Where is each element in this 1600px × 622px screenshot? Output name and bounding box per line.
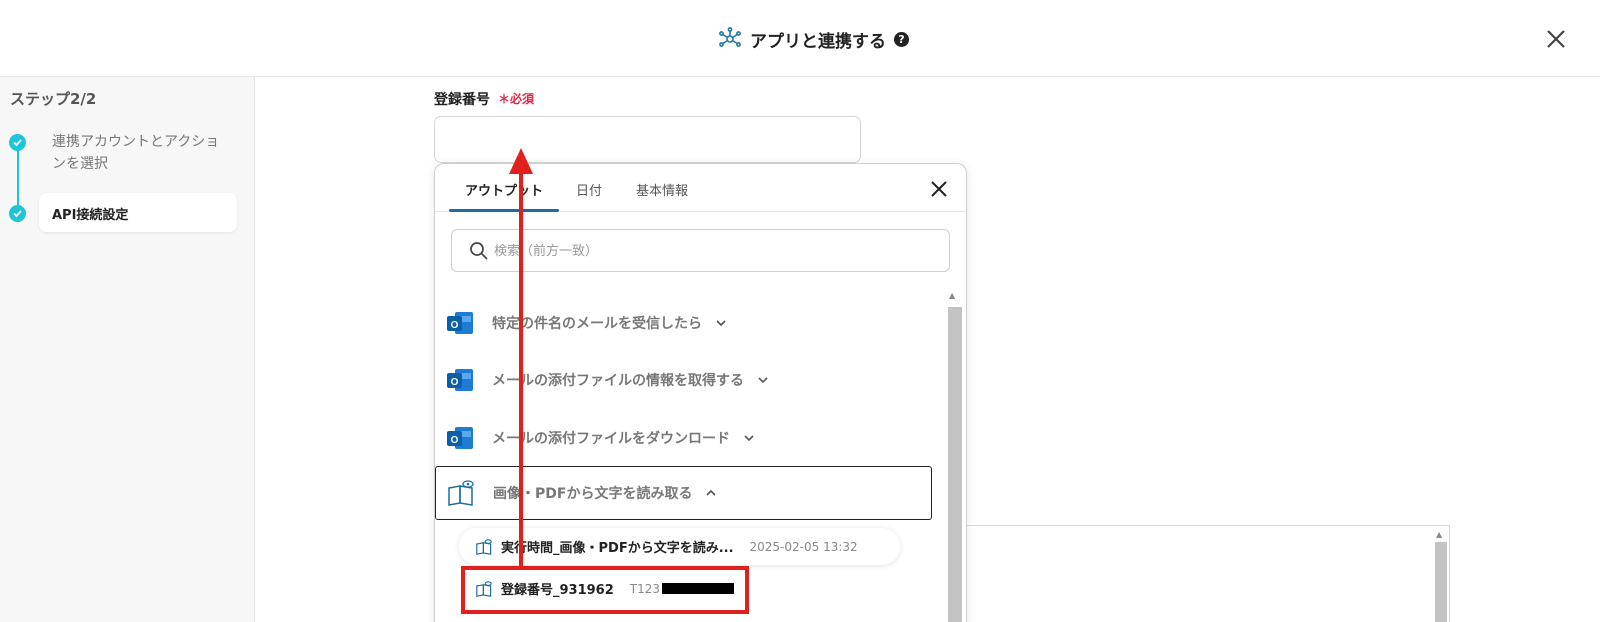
tab-output[interactable]: アウトプット xyxy=(465,180,543,199)
modal-header: アプリと連携する ? xyxy=(0,0,1600,77)
step-2-check-icon xyxy=(9,205,26,222)
close-popup-icon[interactable] xyxy=(929,179,949,199)
output-picker-popup: アウトプット 日付 基本情報 ▲ O 特定の件名のメールを受信したら xyxy=(434,163,967,622)
output-item-exec-time[interactable]: 実行時間_画像・PDFから文字を読み... 2025-02-05 13:32 xyxy=(459,528,900,565)
group-row-attachment-download[interactable]: O メールの添付ファイルをダウンロード xyxy=(445,411,935,465)
step-2-current[interactable]: API接続設定 xyxy=(39,193,237,232)
registration-number-label: 登録番号 xyxy=(434,92,490,108)
help-icon[interactable]: ? xyxy=(894,31,909,47)
output-item-value: 2025-02-05 13:32 xyxy=(749,539,858,554)
registration-number-input[interactable] xyxy=(434,116,861,163)
svg-text:O: O xyxy=(451,435,459,446)
step-2-label: API接続設定 xyxy=(52,208,129,223)
scrollbar-thumb[interactable] xyxy=(1435,542,1447,622)
close-modal-icon[interactable] xyxy=(1543,26,1569,52)
chevron-down-icon xyxy=(744,435,754,442)
outlook-icon: O xyxy=(447,427,473,449)
modal-title: アプリと連携する xyxy=(750,31,886,52)
group-label: メールの添付ファイルをダウンロード xyxy=(492,431,730,447)
step-1-check-icon xyxy=(9,134,26,151)
svg-text:O: O xyxy=(451,377,459,388)
group-row-attachment-info[interactable]: O メールの添付ファイルの情報を取得する xyxy=(445,353,935,407)
steps-sidebar: ステップ2/2 連携アカウントとアクションを選択 API接続設定 xyxy=(0,77,255,622)
list-scrollbar[interactable]: ▲ xyxy=(946,290,962,622)
group-label: メールの添付ファイルの情報を取得する xyxy=(492,373,744,389)
background-textarea[interactable] xyxy=(960,525,1450,622)
group-row-mail-received[interactable]: O 特定の件名のメールを受信したら xyxy=(445,296,935,350)
active-tab-indicator xyxy=(449,209,559,212)
annotation-highlight-box xyxy=(461,566,749,614)
group-label: 画像・PDFから文字を読み取る xyxy=(493,486,693,502)
outlook-icon: O xyxy=(447,369,473,391)
book-ocr-icon xyxy=(476,538,492,555)
tab-basic-info[interactable]: 基本情報 xyxy=(636,180,688,199)
output-search-box xyxy=(451,229,950,272)
required-badge: ＊必須 xyxy=(498,92,535,106)
search-icon xyxy=(470,242,488,260)
search-input[interactable] xyxy=(494,231,934,271)
group-label: 特定の件名のメールを受信したら xyxy=(492,316,702,332)
svg-text:O: O xyxy=(451,320,459,331)
background-scrollbar[interactable]: ▲ xyxy=(1432,528,1450,622)
scroll-up-arrow-icon[interactable]: ▲ xyxy=(1436,530,1442,539)
step-counter: ステップ2/2 xyxy=(10,90,97,108)
chevron-down-icon xyxy=(758,377,768,384)
step-1-label[interactable]: 連携アカウントとアクションを選択 xyxy=(52,131,232,175)
tab-date[interactable]: 日付 xyxy=(576,180,602,199)
group-row-ocr[interactable]: 画像・PDFから文字を読み取る xyxy=(435,466,932,520)
header-title-group: アプリと連携する ? xyxy=(718,26,909,52)
scroll-up-arrow-icon[interactable]: ▲ xyxy=(949,291,955,300)
outlook-icon: O xyxy=(447,312,473,334)
step-connector-line xyxy=(17,144,19,214)
popup-tabs: アウトプット 日付 基本情報 xyxy=(435,164,966,212)
output-item-name: 実行時間_画像・PDFから文字を読み... xyxy=(501,541,734,556)
app-connect-icon xyxy=(719,27,741,47)
scrollbar-thumb[interactable] xyxy=(948,307,962,622)
chevron-up-icon xyxy=(706,489,717,496)
book-ocr-icon xyxy=(448,480,474,506)
chevron-down-icon xyxy=(716,320,726,327)
